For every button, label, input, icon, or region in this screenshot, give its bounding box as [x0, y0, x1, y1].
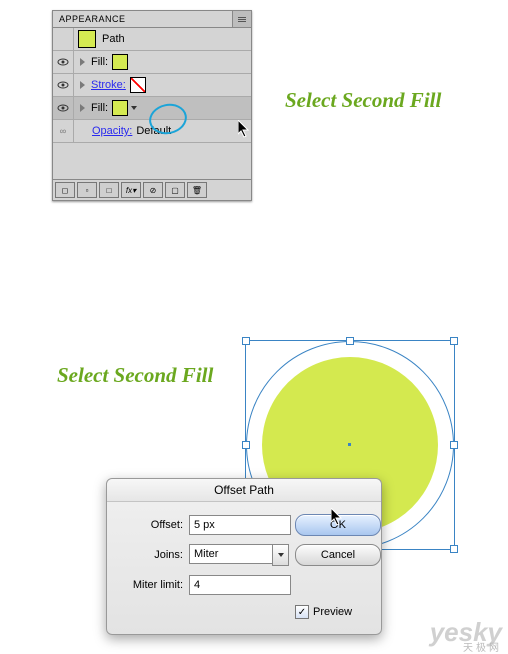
stroke-label[interactable]: Stroke: [91, 79, 126, 91]
clear-button[interactable]: □ [99, 182, 119, 198]
visibility-toggle [53, 28, 74, 50]
opacity-row[interactable]: ∞ Opacity: Default [53, 120, 251, 143]
trash-button[interactable]: 🗑 [187, 182, 207, 198]
fill-swatch[interactable] [112, 54, 128, 70]
fx-toggle[interactable]: ∞ [53, 120, 74, 142]
offset-input[interactable] [189, 515, 291, 535]
checkbox-icon[interactable]: ✓ [295, 605, 309, 619]
resize-handle[interactable] [450, 545, 458, 553]
dialog-title: Offset Path [107, 479, 381, 502]
panel-footer: ◻ ▫ □ fx▾ ⊘ ▢ 🗑 [53, 179, 251, 200]
path-label: Path [102, 33, 125, 45]
resize-handle[interactable] [346, 337, 354, 345]
resize-handle[interactable] [450, 337, 458, 345]
panel-title[interactable]: APPEARANCE [53, 11, 132, 27]
panel-menu-button[interactable] [232, 11, 251, 27]
fill-row-1[interactable]: Fill: [53, 51, 251, 74]
resize-handle[interactable] [242, 441, 250, 449]
expand-icon[interactable] [80, 81, 85, 89]
watermark-sub: 天极网 [463, 639, 502, 654]
panel-tabbar: APPEARANCE [53, 11, 251, 28]
joins-label: Joins: [119, 549, 183, 561]
delete-appearance-button[interactable]: ⊘ [143, 182, 163, 198]
visibility-toggle[interactable] [53, 74, 74, 96]
offset-label: Offset: [119, 519, 183, 531]
caption-top: Select Second Fill [285, 88, 441, 113]
miter-input[interactable] [189, 575, 291, 595]
center-point [348, 443, 351, 446]
resize-handle[interactable] [450, 441, 458, 449]
fx-button[interactable]: fx▾ [121, 182, 141, 198]
joins-select[interactable] [189, 544, 289, 566]
visibility-toggle[interactable] [53, 51, 74, 73]
visibility-toggle[interactable] [53, 97, 74, 119]
opacity-value: Default [136, 125, 171, 137]
cancel-button[interactable]: Cancel [295, 544, 381, 566]
panel-spacer [53, 143, 251, 179]
fill-label: Fill: [91, 102, 108, 114]
opacity-label[interactable]: Opacity: [92, 125, 132, 137]
panel-frame: APPEARANCE Path Fill: Stroke: Fill: ∞ Op… [52, 10, 252, 201]
cursor-icon [331, 508, 345, 526]
appearance-panel: APPEARANCE Path Fill: Stroke: Fill: ∞ Op… [52, 10, 252, 201]
swatch-dropdown-icon[interactable] [130, 104, 138, 112]
stroke-swatch-none[interactable] [130, 77, 146, 93]
cursor-icon [238, 120, 252, 138]
expand-icon[interactable] [80, 58, 85, 66]
new-art-button[interactable]: ◻ [55, 182, 75, 198]
joins-value[interactable] [189, 544, 272, 564]
preview-checkbox[interactable]: ✓ Preview [295, 605, 381, 619]
caption-mid: Select Second Fill [57, 363, 213, 388]
fill-label: Fill: [91, 56, 108, 68]
path-row[interactable]: Path [53, 28, 251, 51]
miter-label: Miter limit: [119, 579, 183, 591]
offset-path-dialog: Offset Path Offset: OK Joins: Cancel Mit… [106, 478, 382, 635]
fill-row-2[interactable]: Fill: [53, 97, 251, 120]
expand-icon[interactable] [80, 104, 85, 112]
resize-handle[interactable] [242, 337, 250, 345]
chevron-down-icon[interactable] [272, 544, 289, 566]
stroke-row[interactable]: Stroke: [53, 74, 251, 97]
fill-swatch[interactable] [112, 100, 128, 116]
path-swatch [78, 30, 96, 48]
new-fill-button[interactable]: ▢ [165, 182, 185, 198]
preview-label: Preview [313, 606, 352, 618]
duplicate-button[interactable]: ▫ [77, 182, 97, 198]
